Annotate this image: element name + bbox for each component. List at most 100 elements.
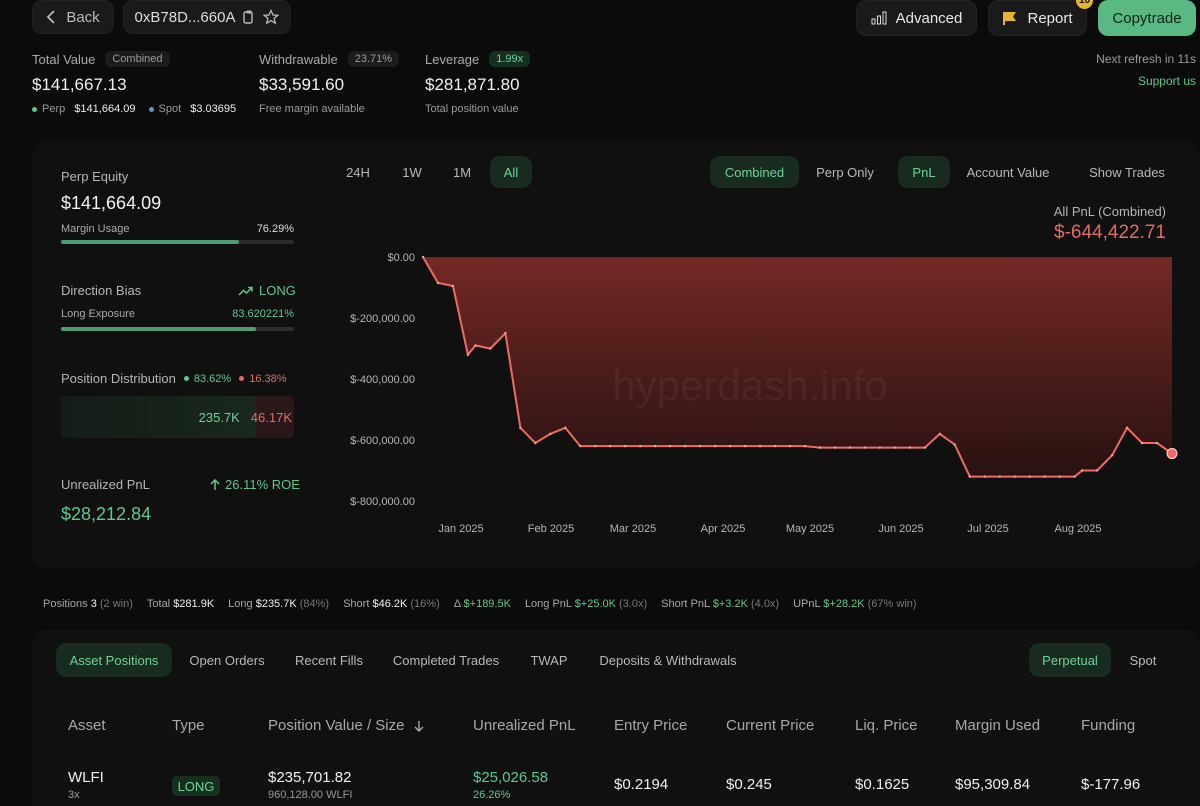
stat-7: UPnL $+28.2K (67% win): [793, 598, 916, 610]
cell-upnl: $25,026.58: [473, 769, 549, 786]
stat-label: Short: [343, 598, 373, 610]
long-exposure-fill: [61, 327, 256, 331]
arrow-down-icon: [414, 720, 424, 732]
short-dot: [239, 376, 245, 382]
dist-long-segment: 235.7K: [61, 396, 256, 438]
dist-long-value: 235.7K: [198, 409, 240, 425]
data-point: [713, 444, 717, 448]
stat-label: UPnL: [793, 598, 824, 610]
star-icon[interactable]: [263, 9, 280, 25]
tab-open-orders[interactable]: Open Orders: [180, 643, 274, 677]
data-point: [1073, 475, 1076, 478]
data-point: [683, 444, 687, 448]
x-tick-label: Mar 2025: [610, 523, 656, 535]
tab-recent-fills[interactable]: Recent Fills: [284, 643, 374, 677]
tab-perpetual[interactable]: Perpetual: [1029, 643, 1111, 677]
tab-completed-trades[interactable]: Completed Trades: [384, 643, 508, 677]
support-link[interactable]: Support us: [1138, 74, 1196, 88]
unrealized-pnl-value: $28,212.84: [61, 504, 152, 524]
data-point: [728, 444, 732, 448]
withdrawable-value: $33,591.60: [259, 75, 345, 94]
col-funding[interactable]: Funding: [1081, 717, 1135, 734]
data-point: [489, 347, 492, 350]
copy-icon[interactable]: [243, 10, 255, 24]
data-point: [803, 444, 807, 448]
col-type[interactable]: Type: [172, 717, 205, 734]
data-point: [436, 281, 440, 285]
cell-type-badge: LONG: [172, 776, 220, 796]
mode-combined[interactable]: Combined: [710, 156, 799, 188]
address-box: 0xB78D...660A: [123, 0, 291, 34]
col-position-value[interactable]: Position Value / Size: [268, 717, 404, 734]
mode-perp-only[interactable]: Perp Only: [805, 156, 885, 188]
col-asset[interactable]: Asset: [68, 717, 106, 734]
stat-0: Positions 3 (2 win): [43, 598, 133, 610]
stat-value: $281.9K: [173, 598, 215, 610]
tab-spot[interactable]: Spot: [1116, 643, 1170, 677]
direction-bias-label: Direction Bias: [61, 283, 142, 298]
advanced-button[interactable]: Advanced: [856, 0, 977, 36]
back-button[interactable]: Back: [32, 0, 114, 34]
data-point: [788, 444, 792, 448]
col-current-price[interactable]: Current Price: [726, 717, 814, 734]
report-button[interactable]: Report: [988, 0, 1087, 36]
perp-equity-value: $141,664.09: [61, 193, 162, 213]
pnl-chart[interactable]: $0.00 $-200,000.00 $-400,000.00 $-600,000.0…: [330, 240, 1190, 550]
spot-value: $3.03695: [190, 103, 237, 115]
tab-deposits-withdrawals[interactable]: Deposits & Withdrawals: [590, 643, 746, 677]
metric-pnl[interactable]: PnL: [898, 156, 950, 188]
data-point: [451, 284, 455, 288]
stat-1: Total $281.9K: [147, 598, 214, 610]
copytrade-button[interactable]: Copytrade: [1098, 0, 1196, 36]
data-point: [1140, 441, 1144, 445]
data-point: [893, 446, 897, 449]
show-trades-button[interactable]: Show Trades: [1080, 156, 1174, 188]
stat-value: $+28.2K: [823, 598, 865, 610]
range-24h[interactable]: 24H: [333, 156, 383, 188]
stat-value: $+189.5K: [463, 598, 511, 610]
margin-usage-fill: [61, 240, 239, 244]
data-point: [421, 255, 425, 259]
metric-account-value[interactable]: Account Value: [955, 156, 1061, 188]
total-value-label: Total Value: [32, 51, 96, 67]
range-1w[interactable]: 1W: [389, 156, 435, 188]
long-dot: [183, 376, 189, 382]
data-point: [923, 446, 927, 449]
leverage-tag: 1.99x: [489, 51, 531, 67]
back-label: Back: [66, 8, 100, 26]
data-point: [953, 443, 956, 446]
watermark: hyperdash.info: [612, 362, 888, 409]
data-point: [863, 446, 867, 449]
data-point: [818, 446, 822, 449]
data-point: [1013, 475, 1016, 478]
stat-5: Long PnL $+25.0K (3.0x): [525, 598, 647, 610]
data-point: [743, 444, 747, 448]
leverage-block: Leverage 1.99x $281,871.80 Total position…: [425, 51, 531, 115]
leverage-value: $281,871.80: [425, 75, 520, 94]
data-point: [983, 475, 986, 478]
col-unrealized-pnl[interactable]: Unrealized PnL: [473, 717, 576, 734]
stat-extra: (16%): [407, 598, 440, 610]
stat-4: Δ $+189.5K: [454, 598, 511, 610]
col-entry-price[interactable]: Entry Price: [614, 717, 687, 734]
col-margin-used[interactable]: Margin Used: [955, 717, 1040, 734]
cell-current-price: $0.245: [726, 776, 772, 793]
data-point: [579, 444, 582, 448]
data-point: [519, 426, 522, 429]
perp-label: Perp: [42, 103, 66, 115]
data-point: [594, 444, 597, 448]
x-tick-label: Jan 2025: [438, 523, 483, 535]
withdrawable-sub: Free margin available: [259, 103, 365, 115]
range-1m[interactable]: 1M: [440, 156, 484, 188]
data-point: [758, 444, 762, 448]
col-liq-price[interactable]: Liq. Price: [855, 717, 918, 734]
data-point: [504, 332, 507, 335]
range-all[interactable]: All: [490, 156, 532, 188]
chart-headline-label: All PnL (Combined): [1053, 204, 1166, 219]
tab-asset-positions[interactable]: Asset Positions: [56, 643, 172, 677]
position-distribution-label: Position Distribution: [61, 371, 176, 386]
data-point: [549, 432, 552, 436]
tab-twap[interactable]: TWAP: [516, 643, 582, 677]
margin-usage-label: Margin Usage: [61, 223, 130, 235]
stat-label: Long: [228, 598, 256, 610]
